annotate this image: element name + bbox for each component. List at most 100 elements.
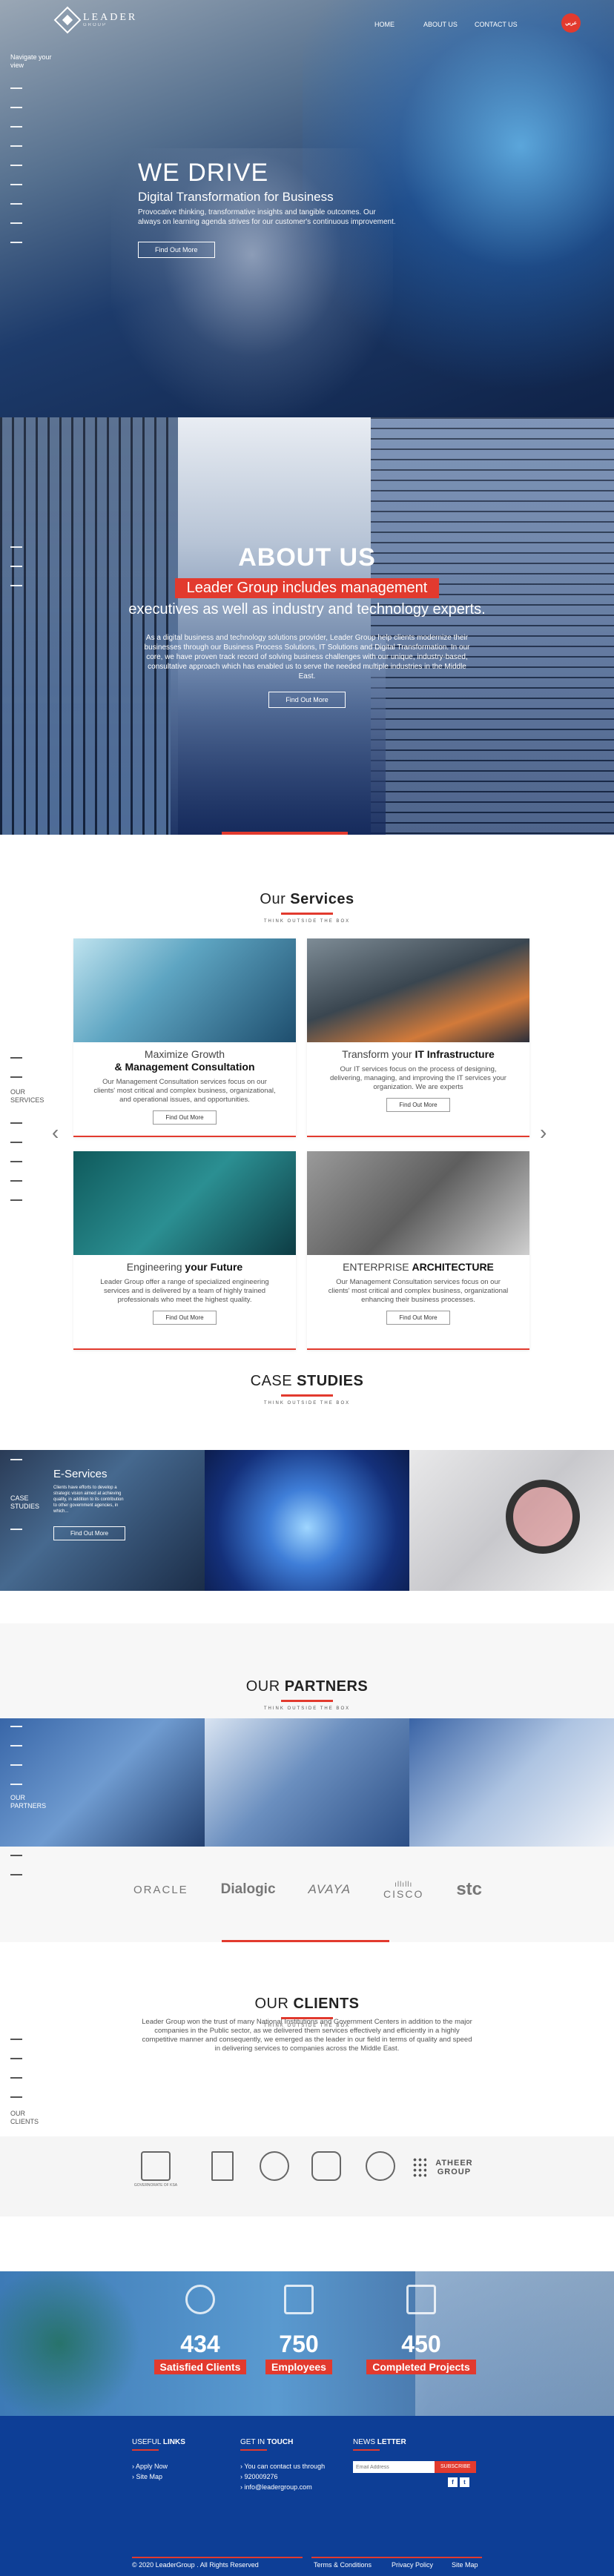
rail-dash[interactable]: [10, 1855, 22, 1856]
footer-phone[interactable]: 920009276: [240, 2471, 325, 2482]
newsletter-email-input[interactable]: [353, 2461, 435, 2473]
nav-contact-us[interactable]: CONTACT US: [475, 21, 518, 28]
rail-dash[interactable]: [10, 1726, 22, 1727]
clients-icon: [185, 2285, 215, 2314]
cases-rail-label: CASE STUDIES: [10, 1494, 40, 1510]
rail-dash[interactable]: [10, 1142, 22, 1143]
rail-dash[interactable]: [10, 1784, 22, 1785]
rail-dash[interactable]: [10, 1529, 22, 1530]
case-text: Clients have efforts to develop a strate…: [53, 1486, 124, 1514]
case-tile-featured[interactable]: CASE STUDIES E-Services Clients have eff…: [0, 1450, 205, 1591]
side-nav-dash[interactable]: [10, 165, 22, 166]
rail-dash[interactable]: [10, 1057, 22, 1059]
side-nav-dash[interactable]: [10, 184, 22, 185]
stat-value: 750: [279, 2331, 319, 2357]
cisco-wordmark: CISCO: [383, 1888, 424, 1900]
prev-arrow-icon[interactable]: ‹: [52, 1121, 59, 1145]
copyright-text: © 2020 LeaderGroup . All Rights Reserved: [132, 2561, 259, 2569]
case-tile[interactable]: [205, 1450, 409, 1591]
partner-logo-cisco[interactable]: ıllıllı CISCO: [383, 1881, 424, 1900]
service-find-out-more-button[interactable]: Find Out More: [386, 1098, 450, 1112]
client-logo[interactable]: [358, 2151, 403, 2192]
about-content: ABOUT US Leader Group includes managemen…: [0, 543, 614, 708]
rail-dash[interactable]: [10, 2096, 22, 2098]
sitemap-link[interactable]: Site Map: [452, 2561, 478, 2569]
rail-dash[interactable]: [10, 1745, 22, 1746]
partners-rail-lower: [10, 1855, 22, 1875]
service-text: Our IT services focus on the process of …: [330, 1065, 506, 1091]
facebook-icon[interactable]: f: [448, 2477, 458, 2487]
rail-dash[interactable]: [10, 1764, 22, 1766]
rail-dash[interactable]: [10, 1076, 22, 1078]
subscribe-button[interactable]: SUBSCRIBE: [435, 2461, 477, 2473]
service-find-out-more-button[interactable]: Find Out More: [153, 1110, 217, 1125]
case-overlay: E-Services Clients have efforts to devel…: [53, 1468, 128, 1540]
partner-logo-avaya[interactable]: AVAYA: [308, 1882, 351, 1897]
service-text: Our Management Consultation services foc…: [93, 1078, 276, 1104]
terms-link[interactable]: Terms & Conditions: [314, 2561, 372, 2569]
client-logo[interactable]: [200, 2151, 245, 2192]
about-tagline: executives as well as industry and techn…: [128, 601, 486, 617]
services-rail-label: OUR SERVICES: [10, 1088, 44, 1104]
rail-dash[interactable]: [10, 1459, 22, 1460]
client-logo[interactable]: [304, 2151, 349, 2192]
hero-find-out-more-button[interactable]: Find Out More: [138, 242, 215, 258]
client-logo[interactable]: GOVERNORATE OF KSA: [133, 2151, 178, 2192]
side-nav-dash[interactable]: [10, 203, 22, 205]
footer-heading-underline: [240, 2449, 267, 2451]
rail-dash[interactable]: [10, 2058, 22, 2059]
client-logo[interactable]: ATHEER GROUP: [412, 2151, 479, 2192]
side-nav-dash[interactable]: [10, 107, 22, 108]
service-find-out-more-button[interactable]: Find Out More: [386, 1311, 450, 1325]
side-nav-dash[interactable]: [10, 126, 22, 128]
hero-content: WE DRIVE Digital Transformation for Busi…: [138, 159, 397, 258]
clients-section: OUR CLIENTS THINK OUTSIDE THE BOX OUR CL…: [0, 1942, 614, 2271]
cases-rail: CASE STUDIES: [10, 1450, 40, 1530]
cases-heading: CASE STUDIES THINK OUTSIDE THE BOX: [0, 1373, 614, 1405]
service-find-out-more-button[interactable]: Find Out More: [153, 1311, 217, 1325]
nav-home[interactable]: HOME: [374, 21, 395, 28]
client-emblem-icon: [366, 2151, 395, 2181]
footer-link-site-map[interactable]: Site Map: [132, 2471, 185, 2482]
nav-about-us[interactable]: ABOUT US: [423, 21, 458, 28]
service-card: ENTERPRISE ARCHITECTURE Our Management C…: [307, 1151, 529, 1350]
rail-dash[interactable]: [10, 1180, 22, 1182]
social-links: f t: [448, 2477, 476, 2487]
client-caption: ATHEER GROUP: [435, 2159, 473, 2176]
services-title: Our Services: [0, 891, 614, 908]
partner-logo-oracle[interactable]: ORACLE: [133, 1884, 188, 1896]
services-heading: Our Services THINK OUTSIDE THE BOX: [0, 835, 614, 924]
rail-dash[interactable]: [10, 2077, 22, 2079]
side-nav-dash[interactable]: [10, 242, 22, 243]
rail-dash[interactable]: [10, 2039, 22, 2040]
logo[interactable]: LEADER GROUP: [53, 6, 138, 34]
language-button[interactable]: عربي: [561, 13, 581, 33]
rail-dash[interactable]: [10, 1161, 22, 1162]
about-highlight: Leader Group includes management: [174, 578, 440, 598]
partners-heading: OUR PARTNERS THINK OUTSIDE THE BOX: [0, 1678, 614, 1711]
partners-tagline: THINK OUTSIDE THE BOX: [263, 1706, 351, 1711]
rail-dash[interactable]: [10, 1122, 22, 1124]
partner-logo-dialogic[interactable]: Dialogic: [221, 1881, 276, 1898]
rail-dash[interactable]: [10, 1874, 22, 1875]
side-nav-label: Navigate your view: [10, 53, 52, 69]
logo-text: LEADER: [83, 12, 138, 23]
client-logo[interactable]: [252, 2151, 297, 2192]
partner-logo-stc[interactable]: stc: [456, 1879, 482, 1900]
side-nav-dash[interactable]: [10, 87, 22, 89]
privacy-link[interactable]: Privacy Policy: [392, 2561, 433, 2569]
footer-email[interactable]: info@leadergroup.com: [240, 2482, 325, 2492]
footer-link-apply-now[interactable]: Apply Now: [132, 2461, 185, 2471]
about-find-out-more-button[interactable]: Find Out More: [268, 692, 346, 708]
footer-newsletter: NEWS LETTER SUBSCRIBE f t: [353, 2438, 477, 2487]
case-tile[interactable]: [409, 1450, 614, 1591]
next-arrow-icon[interactable]: ›: [540, 1121, 547, 1145]
clients-text: Leader Group won the trust of many Natio…: [142, 2018, 472, 2053]
case-find-out-more-button[interactable]: Find Out More: [53, 1526, 126, 1540]
side-nav-dash[interactable]: [10, 145, 22, 147]
about-text: As a digital business and technology sol…: [144, 634, 470, 681]
rail-dash[interactable]: [10, 1199, 22, 1201]
twitter-icon[interactable]: t: [460, 2477, 469, 2487]
side-nav-dash[interactable]: [10, 222, 22, 224]
case-title: E-Services: [53, 1468, 108, 1480]
